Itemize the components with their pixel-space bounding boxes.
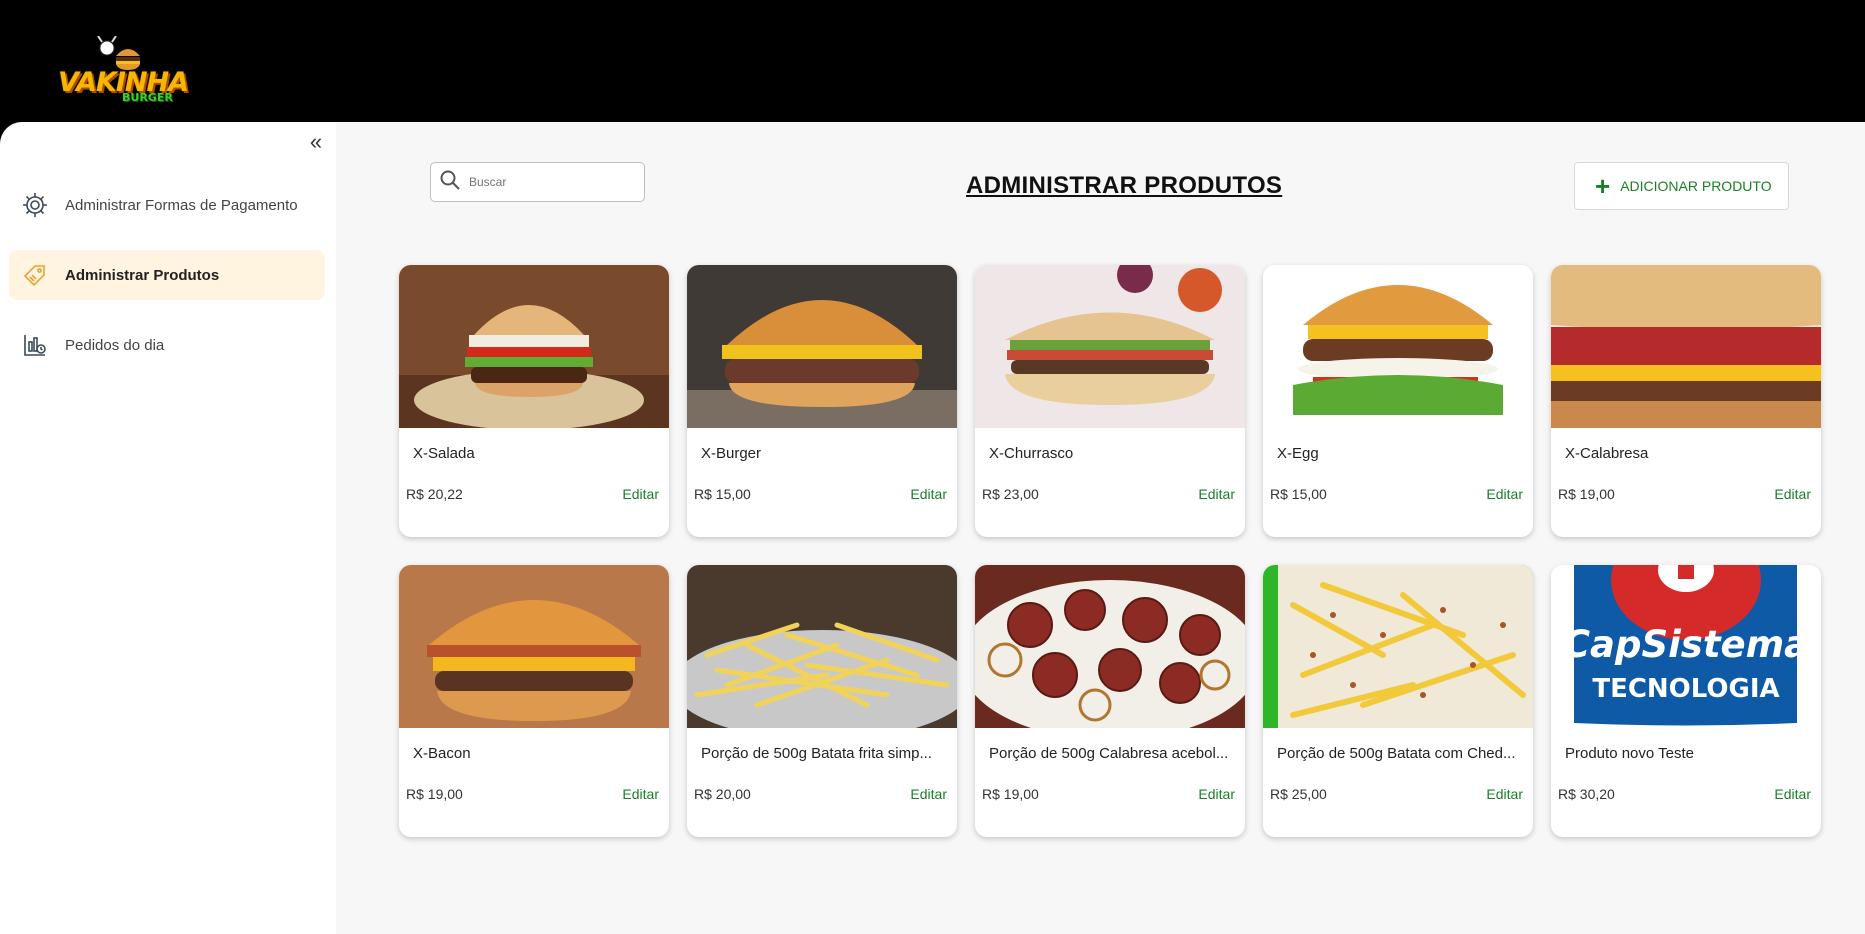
- edit-product-button[interactable]: Editar: [1198, 786, 1235, 802]
- add-product-button[interactable]: + ADICIONAR PRODUTO: [1574, 162, 1789, 210]
- search-field[interactable]: [430, 162, 645, 202]
- product-name: X-Bacon: [413, 745, 471, 762]
- product-image-x-bacon: [399, 565, 669, 728]
- top-header: VAKINHA BURGER: [0, 0, 1865, 122]
- product-image-x-salada: [399, 265, 669, 428]
- sidebar: « Administrar Formas de Pagamento Admini: [0, 122, 336, 934]
- product-card[interactable]: Porção de 500g Batata com Ched... R$ 25,…: [1263, 565, 1533, 837]
- product-name: X-Burger: [701, 445, 762, 462]
- search-input[interactable]: [469, 175, 639, 189]
- product-card[interactable]: X-Salada R$ 20,22 Editar: [399, 265, 669, 537]
- product-name: X-Calabresa: [1565, 445, 1649, 462]
- product-price: R$ 23,00: [982, 486, 1039, 502]
- edit-product-button[interactable]: Editar: [910, 786, 947, 802]
- product-card[interactable]: Porção de 500g Batata frita simp... R$ 2…: [687, 565, 957, 837]
- app-logo[interactable]: VAKINHA BURGER: [56, 36, 189, 104]
- collapse-sidebar-icon[interactable]: «: [305, 131, 327, 154]
- product-price: R$ 20,00: [694, 786, 751, 802]
- product-image-x-burger: [687, 265, 957, 428]
- product-image-fries: [687, 565, 957, 728]
- sidebar-item-products[interactable]: Administrar Produtos: [9, 250, 325, 300]
- product-name: Porção de 500g Batata com Ched...: [1277, 745, 1516, 762]
- product-card[interactable]: X-Churrasco R$ 23,00 Editar: [975, 265, 1245, 537]
- product-price: R$ 15,00: [1270, 486, 1327, 502]
- logo-sub-text: BURGER: [122, 91, 173, 104]
- sidebar-item-label: Pedidos do dia: [65, 336, 165, 354]
- edit-product-button[interactable]: Editar: [1198, 486, 1235, 502]
- product-image-x-egg: [1263, 265, 1533, 428]
- add-product-label: ADICIONAR PRODUTO: [1620, 178, 1772, 194]
- sidebar-item-payment-methods[interactable]: Administrar Formas de Pagamento: [9, 180, 325, 230]
- product-image-capsistema-logo: CapSistema TECNOLOGIA: [1551, 565, 1821, 728]
- price-tag-icon: [21, 261, 49, 289]
- edit-product-button[interactable]: Editar: [622, 786, 659, 802]
- sidebar-item-daily-orders[interactable]: Pedidos do dia: [9, 320, 325, 370]
- edit-product-button[interactable]: Editar: [1486, 486, 1523, 502]
- product-name: Produto novo Teste: [1565, 745, 1694, 762]
- product-price: R$ 30,20: [1558, 786, 1615, 802]
- tecnologia-text: TECNOLOGIA: [1592, 674, 1779, 704]
- product-card[interactable]: X-Calabresa R$ 19,00 Editar: [1551, 265, 1821, 537]
- edit-product-button[interactable]: Editar: [1486, 786, 1523, 802]
- product-price: R$ 15,00: [694, 486, 751, 502]
- product-price: R$ 19,00: [982, 786, 1039, 802]
- product-image-calabresa-acebolada: [975, 565, 1245, 728]
- product-name: X-Egg: [1277, 445, 1319, 462]
- capsistema-text: CapSistema: [1563, 623, 1809, 666]
- product-card[interactable]: Porção de 500g Calabresa acebol... R$ 19…: [975, 565, 1245, 837]
- edit-product-button[interactable]: Editar: [1774, 486, 1811, 502]
- product-card[interactable]: CapSistema TECNOLOGIA Produto novo Teste…: [1551, 565, 1821, 837]
- settings-gear-icon: [21, 191, 49, 219]
- product-price: R$ 19,00: [406, 786, 463, 802]
- search-icon: [439, 169, 461, 196]
- product-name: X-Salada: [413, 445, 475, 462]
- product-card[interactable]: X-Bacon R$ 19,00 Editar: [399, 565, 669, 837]
- edit-product-button[interactable]: Editar: [622, 486, 659, 502]
- product-name: Porção de 500g Calabresa acebol...: [989, 745, 1229, 762]
- product-card[interactable]: X-Egg R$ 15,00 Editar: [1263, 265, 1533, 537]
- product-name: Porção de 500g Batata frita simp...: [701, 745, 932, 762]
- edit-product-button[interactable]: Editar: [1774, 786, 1811, 802]
- product-image-fries-cheddar: [1263, 565, 1533, 728]
- product-image-x-calabresa: [1551, 265, 1821, 428]
- product-price: R$ 25,00: [1270, 786, 1327, 802]
- edit-product-button[interactable]: Editar: [910, 486, 947, 502]
- product-price: R$ 19,00: [1558, 486, 1615, 502]
- sidebar-nav: Administrar Formas de Pagamento Administ…: [9, 180, 325, 390]
- plus-icon: +: [1595, 171, 1611, 201]
- page-title: ADMINISTRAR PRODUTOS: [966, 172, 1283, 199]
- product-name: X-Churrasco: [989, 445, 1074, 462]
- orders-chart-icon: [21, 331, 49, 359]
- product-image-x-churrasco: [975, 265, 1245, 428]
- product-price: R$ 20,22: [406, 486, 463, 502]
- sidebar-item-label: Administrar Formas de Pagamento: [65, 196, 298, 214]
- product-card[interactable]: X-Burger R$ 15,00 Editar: [687, 265, 957, 537]
- sidebar-item-label: Administrar Produtos: [65, 266, 220, 284]
